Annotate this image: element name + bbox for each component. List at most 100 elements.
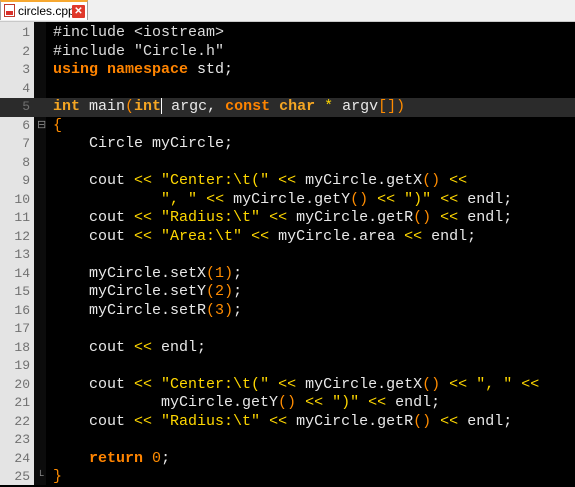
code-line[interactable]: 5 int main(int argc, const char * argv[]) bbox=[0, 98, 575, 117]
code-line[interactable]: 20 cout << "Center:\t(" << myCircle.getX… bbox=[0, 376, 575, 395]
tab-circles-cpp[interactable]: circles.cpp ✕ bbox=[0, 0, 88, 20]
code-token: ", " bbox=[476, 375, 513, 393]
line-number: 6 bbox=[22, 117, 30, 133]
code-line[interactable]: 16 myCircle.setR(3); bbox=[0, 302, 575, 321]
code-token: int bbox=[53, 98, 81, 115]
code-token: myCircle.getR bbox=[287, 209, 414, 226]
code-token: << bbox=[134, 209, 153, 226]
code-token: std; bbox=[188, 61, 234, 78]
code-editor[interactable]: 1 #include <iostream> 2 #include "Circle.h"… bbox=[0, 22, 575, 485]
code-token: ( bbox=[206, 301, 216, 319]
line-number: 5 bbox=[22, 99, 30, 114]
code-token: char bbox=[279, 98, 316, 115]
code-token: cout bbox=[53, 375, 135, 393]
code-token: << bbox=[251, 227, 270, 245]
line-number: 18 bbox=[14, 339, 30, 355]
code-token: ", " bbox=[161, 190, 198, 208]
code-token: << bbox=[305, 394, 324, 411]
code-token: main bbox=[80, 98, 126, 115]
code-line[interactable]: 8 bbox=[0, 154, 575, 173]
code-token: () bbox=[422, 172, 441, 189]
code-token: myCircle.setX bbox=[53, 264, 207, 282]
code-token: endl; bbox=[386, 394, 441, 411]
code-line[interactable]: 6 ⊟ { bbox=[0, 117, 575, 136]
line-number: 24 bbox=[14, 450, 30, 466]
code-token: endl; bbox=[458, 190, 513, 208]
code-token: argc, bbox=[162, 98, 226, 115]
code-line[interactable]: 12 cout << "Area:\t" << myCircle.area <<… bbox=[0, 228, 575, 247]
code-text: Circle myCircle; bbox=[53, 135, 233, 154]
code-token: ) bbox=[224, 283, 234, 300]
code-line[interactable]: 21 myCircle.getY() << ")" << endl; bbox=[0, 394, 575, 413]
line-number: 22 bbox=[14, 413, 30, 429]
code-token: ( bbox=[125, 98, 135, 115]
code-token: 0 bbox=[152, 449, 162, 467]
code-token: ; bbox=[233, 264, 243, 282]
code-token: << bbox=[440, 190, 459, 208]
code-token: return bbox=[89, 449, 144, 467]
code-token: "Radius:\t" bbox=[161, 209, 261, 226]
code-line[interactable]: 24 return 0; bbox=[0, 450, 575, 469]
line-number: 19 bbox=[14, 358, 30, 373]
code-token: endl; bbox=[458, 412, 513, 430]
code-token: cout bbox=[53, 209, 135, 226]
code-token: << bbox=[278, 172, 297, 189]
code-line[interactable]: 4 bbox=[0, 80, 575, 99]
code-line[interactable]: 11 cout << "Radius:\t" << myCircle.getR(… bbox=[0, 209, 575, 228]
code-token: cout bbox=[53, 227, 135, 245]
code-text: cout << "Radius:\t" << myCircle.getR() <… bbox=[53, 209, 512, 228]
code-token: ; bbox=[161, 449, 171, 467]
code-line[interactable]: 22 cout << "Radius:\t" << myCircle.getR(… bbox=[0, 413, 575, 432]
code-line[interactable]: 1 #include <iostream> bbox=[0, 24, 575, 43]
code-line[interactable]: 15 myCircle.setY(2); bbox=[0, 283, 575, 302]
fold-toggle-icon[interactable]: ⊟ bbox=[37, 117, 46, 136]
code-token: cout bbox=[53, 412, 135, 430]
code-token: const bbox=[225, 98, 271, 115]
line-number: 25 bbox=[14, 469, 30, 484]
code-token: myCircle.setR bbox=[53, 301, 207, 319]
code-token: << bbox=[134, 172, 153, 189]
code-text: myCircle.setY(2); bbox=[53, 283, 242, 302]
code-token: () bbox=[278, 394, 297, 411]
code-token: << bbox=[134, 412, 153, 430]
code-line[interactable]: 10 ", " << myCircle.getY() << ")" << end… bbox=[0, 191, 575, 210]
line-number: 3 bbox=[22, 62, 30, 77]
code-token: << bbox=[134, 375, 153, 393]
code-token: myCircle.setY bbox=[53, 283, 207, 300]
code-token: ( bbox=[206, 283, 216, 300]
code-line[interactable]: 25 └} bbox=[0, 468, 575, 487]
code-text: cout << "Center:\t(" << myCircle.getX() … bbox=[53, 376, 539, 395]
code-token: << bbox=[440, 209, 459, 226]
code-line[interactable]: 14 myCircle.setX(1); bbox=[0, 265, 575, 284]
code-line[interactable]: 3 using namespace std; bbox=[0, 61, 575, 80]
code-line[interactable]: 13 bbox=[0, 246, 575, 265]
code-line[interactable]: 9 cout << "Center:\t(" << myCircle.getX(… bbox=[0, 172, 575, 191]
code-line[interactable]: 2 #include "Circle.h" bbox=[0, 43, 575, 62]
code-line[interactable]: 18 cout << endl; bbox=[0, 339, 575, 358]
code-token: argv bbox=[333, 98, 379, 115]
code-text: #include <iostream> bbox=[53, 24, 224, 43]
code-line[interactable]: 19 bbox=[0, 357, 575, 376]
code-token: } bbox=[53, 468, 63, 485]
code-text: cout << "Center:\t(" << myCircle.getX() … bbox=[53, 172, 467, 191]
code-token: endl; bbox=[458, 209, 513, 226]
code-line[interactable]: 17 bbox=[0, 320, 575, 339]
close-icon[interactable]: ✕ bbox=[72, 5, 85, 18]
code-line[interactable]: 7 Circle myCircle; bbox=[0, 135, 575, 154]
code-token: << bbox=[449, 172, 468, 189]
line-number: 1 bbox=[22, 25, 30, 40]
code-line[interactable]: 23 bbox=[0, 431, 575, 450]
